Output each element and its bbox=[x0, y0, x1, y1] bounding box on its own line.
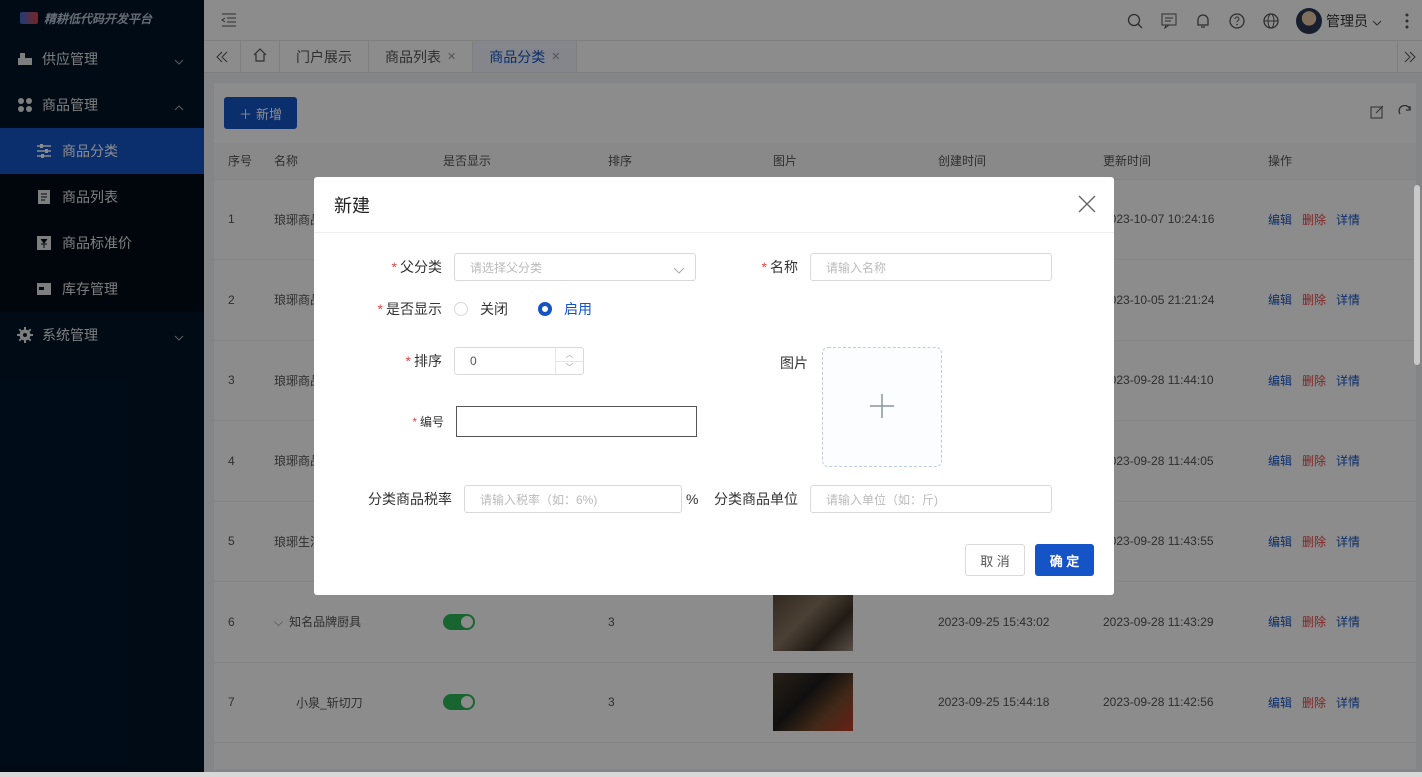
display-off-label: 关闭 bbox=[480, 301, 508, 317]
sort-label: 排序 bbox=[414, 353, 442, 369]
display-on-radio[interactable]: 启用 bbox=[538, 299, 592, 319]
sort-value: 0 bbox=[470, 354, 477, 368]
tax-placeholder: 请输入税率（如：6%) bbox=[480, 492, 598, 507]
unit-label: 分类商品单位 bbox=[714, 491, 798, 507]
decrement-icon[interactable]: ﹀ bbox=[556, 360, 583, 375]
field-parent: * 父分类 请选择父分类 bbox=[354, 253, 696, 281]
code-label: 编号 bbox=[419, 415, 444, 429]
name-label: 名称 bbox=[770, 259, 798, 275]
field-sort: * 排序 0 ︿ ﹀ bbox=[354, 347, 584, 375]
field-image: 图片 bbox=[714, 353, 810, 373]
create-category-dialog: 新建 * 父分类 请选择父分类 * 名称 请输入名称 * 是否显示 关闭 启用 … bbox=[314, 177, 1114, 595]
sort-stepper[interactable]: 0 ︿ ﹀ bbox=[454, 347, 584, 375]
display-off-radio[interactable]: 关闭 bbox=[454, 299, 508, 319]
required-mark: * bbox=[412, 415, 417, 429]
tax-input[interactable]: 请输入税率（如：6%) bbox=[464, 485, 682, 513]
name-input[interactable]: 请输入名称 bbox=[810, 253, 1052, 281]
image-upload[interactable] bbox=[822, 347, 942, 467]
code-input[interactable] bbox=[456, 406, 697, 437]
plus-icon bbox=[869, 393, 895, 422]
unit-placeholder: 请输入单位（如：斤) bbox=[826, 492, 938, 507]
tax-unit: % bbox=[686, 491, 699, 507]
radio-dot bbox=[538, 302, 552, 316]
required-mark: * bbox=[377, 301, 383, 317]
field-display: * 是否显示 关闭 启用 bbox=[354, 299, 622, 319]
required-mark: * bbox=[761, 259, 767, 275]
field-code: * 编号 bbox=[354, 406, 697, 437]
parent-select[interactable]: 请选择父分类 bbox=[454, 253, 696, 281]
radio-dot bbox=[454, 302, 468, 316]
close-icon[interactable] bbox=[1078, 195, 1096, 218]
parent-label: 父分类 bbox=[400, 259, 442, 275]
chevron-down-icon bbox=[673, 263, 685, 277]
field-tax: 分类商品税率 请输入税率（如：6%) % bbox=[354, 485, 698, 513]
dialog-header: 新建 bbox=[314, 177, 1114, 233]
confirm-button[interactable]: 确 定 bbox=[1035, 544, 1094, 576]
required-mark: * bbox=[391, 259, 397, 275]
name-placeholder: 请输入名称 bbox=[826, 260, 887, 275]
tax-label: 分类商品税率 bbox=[368, 491, 452, 507]
cancel-button[interactable]: 取 消 bbox=[965, 544, 1025, 576]
required-mark: * bbox=[405, 353, 411, 369]
display-on-label: 启用 bbox=[564, 301, 592, 317]
increment-icon[interactable]: ︿ bbox=[556, 348, 583, 361]
vertical-scrollbar[interactable] bbox=[1414, 185, 1420, 365]
image-label: 图片 bbox=[780, 355, 808, 371]
stepper-controls: ︿ ﹀ bbox=[555, 348, 583, 374]
unit-input[interactable]: 请输入单位（如：斤) bbox=[810, 485, 1052, 513]
field-name: * 名称 请输入名称 bbox=[714, 253, 1052, 281]
parent-placeholder: 请选择父分类 bbox=[470, 260, 543, 275]
horizontal-scrollbar[interactable] bbox=[0, 772, 1422, 777]
dialog-title: 新建 bbox=[334, 195, 370, 216]
display-label: 是否显示 bbox=[386, 301, 442, 317]
field-unit: 分类商品单位 请输入单位（如：斤) bbox=[714, 485, 1052, 513]
